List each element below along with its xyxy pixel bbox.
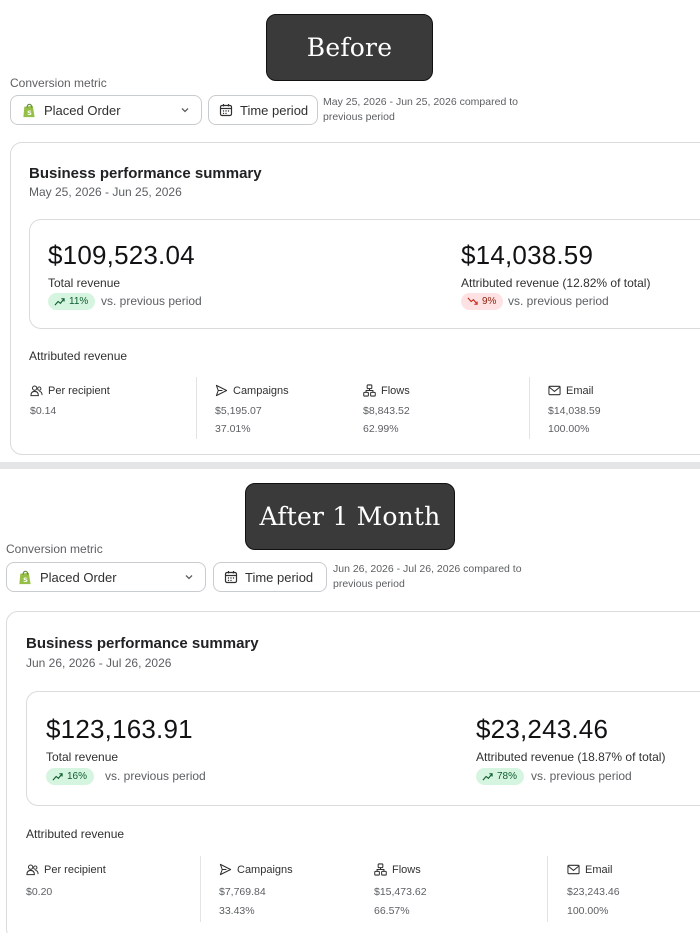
card-title: Business performance summary	[26, 635, 259, 652]
total-revenue-value: $109,523.04	[48, 240, 195, 270]
select-value: Placed Order	[40, 569, 117, 585]
flows-icon	[374, 863, 387, 876]
time-period-button[interactable]: Time period	[208, 95, 318, 125]
conversion-metric-select[interactable]: S Placed Order	[6, 562, 206, 592]
email-percent: 100.00%	[548, 423, 590, 435]
flows-icon	[363, 384, 376, 397]
trend-up-icon	[52, 773, 63, 781]
email-header: Email	[567, 863, 613, 876]
campaigns-value: $5,195.07	[215, 405, 262, 417]
flows-header: Flows	[374, 863, 421, 876]
business-performance-card: Business performance summary May 25, 202…	[10, 142, 700, 455]
column-divider	[529, 377, 530, 439]
flows-value: $15,473.62	[374, 886, 427, 898]
people-icon	[26, 864, 39, 876]
trend-down-icon	[467, 297, 478, 305]
campaigns-header: Campaigns	[215, 384, 289, 397]
flows-percent: 66.57%	[374, 905, 410, 917]
conversion-metric-label: Conversion metric	[10, 76, 107, 90]
total-revenue-change-badge: 16%	[46, 768, 95, 785]
mail-icon	[548, 385, 561, 396]
trend-up-icon	[54, 298, 65, 306]
calendar-icon	[219, 104, 233, 117]
send-icon	[219, 863, 232, 876]
vs-previous-period: vs. previous period	[105, 769, 206, 783]
card-date-range: Jun 26, 2026 - Jul 26, 2026	[26, 656, 172, 670]
card-title: Business performance summary	[29, 165, 262, 182]
time-period-label: Time period	[245, 569, 314, 585]
panel-divider	[0, 462, 700, 469]
email-value: $14,038.59	[548, 405, 601, 417]
period-comparison-text: Jun 26, 2026 - Jul 26, 2026 compared to …	[333, 563, 522, 590]
total-revenue-change-badge: 11%	[48, 293, 96, 310]
mail-icon	[567, 864, 580, 875]
attributed-revenue-label: Attributed revenue (18.87% of total)	[476, 750, 666, 764]
email-percent: 100.00%	[567, 905, 609, 917]
before-label: Before	[266, 14, 433, 81]
per-recipient-value: $0.14	[30, 405, 57, 417]
business-performance-card: Business performance summary Jun 26, 202…	[6, 611, 700, 933]
campaigns-header: Campaigns	[219, 863, 293, 876]
time-period-label: Time period	[240, 102, 309, 118]
flows-percent: 62.99%	[363, 423, 399, 435]
chevron-down-icon	[181, 108, 189, 113]
column-divider	[547, 856, 548, 922]
svg-text:S: S	[27, 109, 32, 117]
shopify-icon: S	[23, 103, 35, 117]
per-recipient-header: Per recipient	[26, 863, 106, 876]
time-period-button[interactable]: Time period	[213, 562, 327, 592]
period-comparison-text: May 25, 2026 - Jun 25, 2026 compared to …	[323, 96, 518, 123]
trend-up-icon	[482, 773, 493, 781]
before-panel: Before Conversion metric S Placed Order …	[0, 0, 700, 462]
vs-previous-period: vs. previous period	[101, 294, 202, 308]
people-icon	[30, 385, 43, 397]
attributed-revenue-change-badge: 78%	[476, 768, 525, 785]
attributed-revenue-change-badge: 9%	[461, 293, 504, 310]
after-label: After 1 Month	[245, 483, 455, 550]
column-divider	[196, 377, 197, 439]
shopify-icon: S	[19, 570, 31, 584]
email-header: Email	[548, 384, 594, 397]
flows-header: Flows	[363, 384, 410, 397]
conversion-metric-label: Conversion metric	[6, 542, 103, 556]
attributed-revenue-title: Attributed revenue	[26, 827, 125, 841]
select-value: Placed Order	[44, 102, 121, 118]
attributed-revenue-value: $14,038.59	[461, 240, 594, 270]
per-recipient-header: Per recipient	[30, 384, 110, 397]
total-revenue-value: $123,163.91	[46, 714, 193, 744]
vs-previous-period: vs. previous period	[531, 769, 632, 783]
revenue-summary-box: $123,163.91 Total revenue 16% vs. previo…	[26, 691, 700, 806]
calendar-icon	[224, 571, 238, 584]
card-date-range: May 25, 2026 - Jun 25, 2026	[29, 185, 182, 199]
attributed-revenue-change: 78%	[497, 771, 518, 782]
total-revenue-label: Total revenue	[48, 276, 121, 290]
email-value: $23,243.46	[567, 886, 620, 898]
campaigns-value: $7,769.84	[219, 886, 266, 898]
chevron-down-icon	[185, 575, 193, 580]
send-icon	[215, 384, 228, 397]
campaigns-percent: 33.43%	[219, 905, 255, 917]
per-recipient-value: $0.20	[26, 886, 53, 898]
total-revenue-change: 11%	[69, 296, 89, 307]
campaigns-percent: 37.01%	[215, 423, 251, 435]
vs-previous-period: vs. previous period	[508, 294, 609, 308]
svg-text:S: S	[23, 576, 28, 584]
attributed-revenue-change: 9%	[482, 296, 497, 307]
column-divider	[200, 856, 201, 922]
after-panel: After 1 Month Conversion metric S Placed…	[0, 469, 700, 933]
total-revenue-label: Total revenue	[46, 750, 119, 764]
conversion-metric-select[interactable]: S Placed Order	[10, 95, 202, 125]
attributed-revenue-value: $23,243.46	[476, 714, 609, 744]
flows-value: $8,843.52	[363, 405, 410, 417]
revenue-summary-box: $109,523.04 Total revenue 11% vs. previo…	[29, 219, 700, 329]
attributed-revenue-label: Attributed revenue (12.82% of total)	[461, 276, 651, 290]
total-revenue-change: 16%	[67, 771, 88, 782]
attributed-revenue-title: Attributed revenue	[29, 349, 128, 363]
